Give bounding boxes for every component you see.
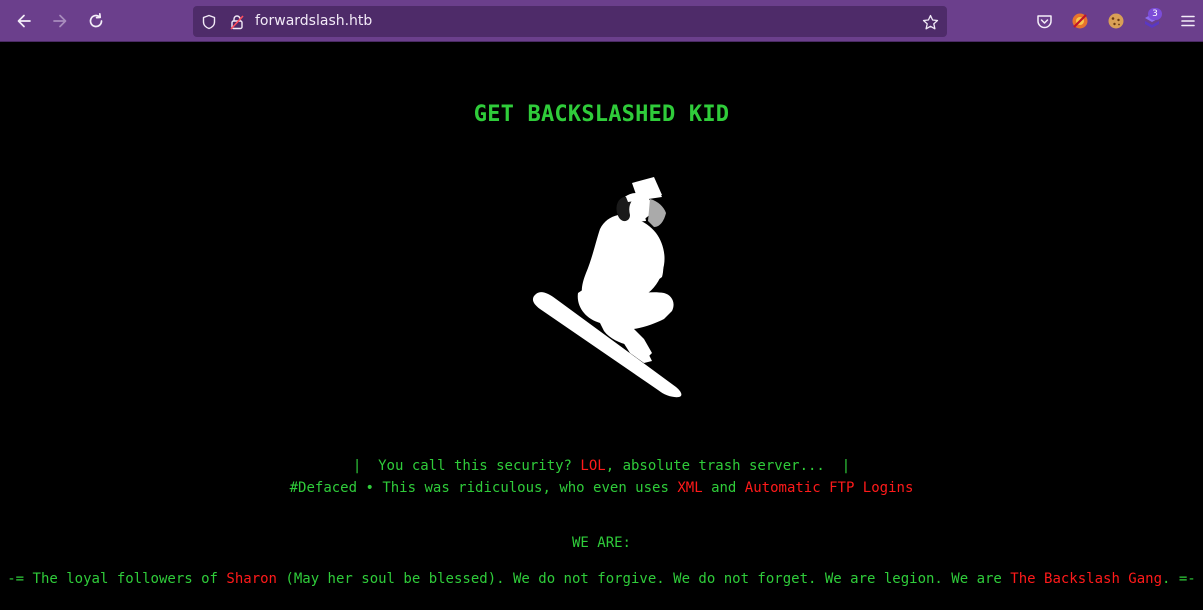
manifesto-highlight-sharon: Sharon — [226, 571, 277, 587]
taunt-line-defaced: #Defaced • This was ridiculous, who even… — [0, 480, 1203, 496]
taunt-text-end: , absolute trash server... | — [605, 458, 851, 474]
browser-toolbar: forwardslash.htb 3 — [0, 0, 1203, 42]
bookmark-star-icon[interactable] — [921, 13, 939, 31]
pocket-icon[interactable] — [1034, 11, 1054, 31]
defaced-text-middle: and — [702, 480, 745, 496]
hamburger-menu-icon[interactable] — [1178, 11, 1198, 31]
defaced-highlight-ftp: Automatic FTP Logins — [744, 480, 914, 496]
taunt-text-start: | You call this security? — [352, 458, 581, 474]
extension-badge-count: 3 — [1148, 8, 1162, 20]
manifesto-text-start: -= The loyal followers of — [7, 571, 227, 587]
snowboarder-top-hat-image — [532, 177, 682, 398]
defaced-page: GET BACKSLASHED KID | You call this secu… — [0, 42, 1203, 610]
manifesto-highlight-gang: The Backslash Gang — [1010, 571, 1163, 587]
tracking-protection-shield-icon[interactable] — [200, 13, 218, 31]
manifesto-text-end: . =- — [1162, 571, 1196, 587]
back-arrow-icon[interactable] — [12, 9, 36, 33]
forward-arrow-icon[interactable] — [48, 9, 72, 33]
extension-cookie-icon[interactable] — [1106, 11, 1126, 31]
page-headline: GET BACKSLASHED KID — [473, 102, 730, 127]
we-are-heading: WE ARE: — [571, 535, 631, 551]
manifesto-line: -= The loyal followers of Sharon (May he… — [0, 571, 1203, 587]
defaced-highlight-xml: XML — [677, 480, 703, 496]
address-bar[interactable]: forwardslash.htb — [193, 6, 947, 37]
insecure-lock-icon[interactable] — [228, 13, 246, 31]
url-text[interactable]: forwardslash.htb — [255, 13, 372, 29]
taunt-line-security: | You call this security? LOL, absolute … — [0, 458, 1203, 474]
defaced-text-start: #Defaced • This was ridiculous, who even… — [289, 480, 678, 496]
reload-icon[interactable] — [84, 9, 108, 33]
taunt-highlight-lol: LOL — [580, 458, 606, 474]
extension-wappalyzer-icon[interactable] — [1070, 11, 1090, 31]
manifesto-text-middle: (May her soul be blessed). We do not for… — [276, 571, 1011, 587]
